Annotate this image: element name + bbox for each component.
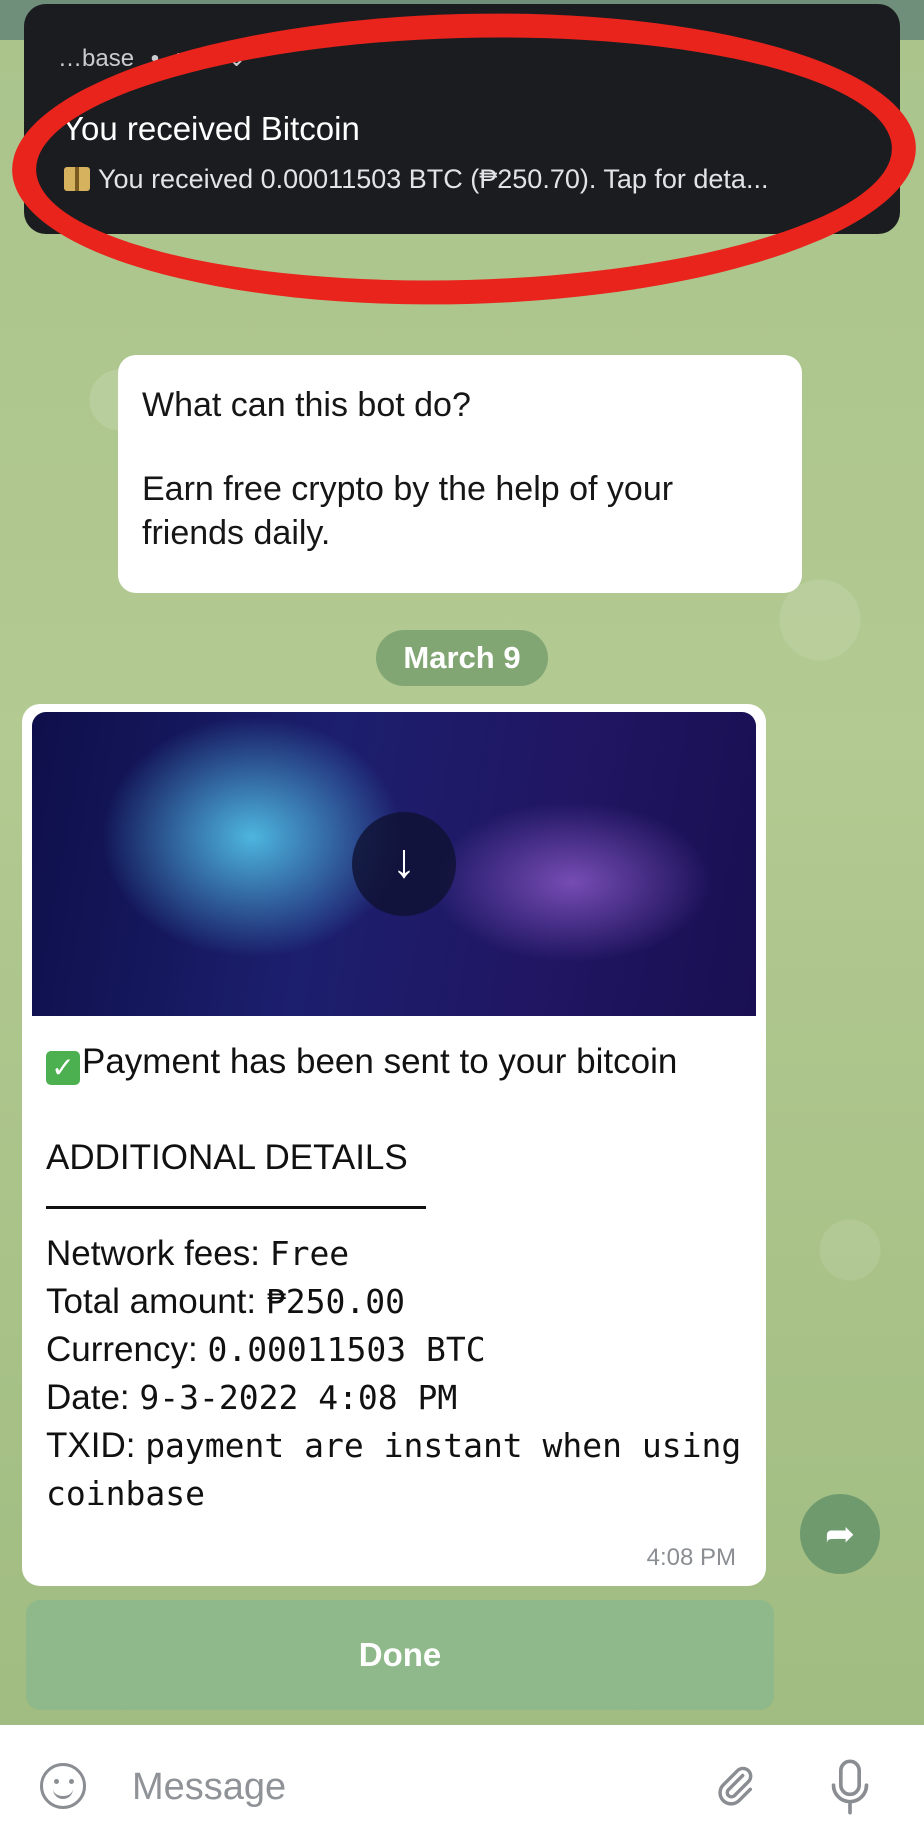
- detail-txid: TXID: payment are instant when using coi…: [46, 1426, 742, 1513]
- detail-network-fees: Network fees: Free: [46, 1234, 350, 1273]
- detail-total-amount: Total amount: ₱250.00: [46, 1282, 405, 1321]
- share-icon[interactable]: ➦: [800, 1494, 880, 1574]
- message-bubble[interactable]: ↓ ✓ Payment has been sent to your bitcoin…: [22, 704, 766, 1586]
- done-button[interactable]: Done: [26, 1600, 774, 1710]
- message-headline: ✓ Payment has been sent to your bitcoin: [46, 1038, 746, 1086]
- bot-info-question: What can this bot do?: [142, 386, 471, 424]
- media-preview[interactable]: ↓: [32, 712, 756, 1016]
- attach-paperclip-icon[interactable]: [712, 1761, 758, 1813]
- details-divider: [46, 1182, 746, 1230]
- message-text: ✓ Payment has been sent to your bitcoin A…: [46, 1038, 746, 1518]
- detail-date: Date: 9-3-2022 4:08 PM: [46, 1378, 458, 1417]
- emoji-icon[interactable]: [40, 1763, 86, 1809]
- bot-info-description: Earn free crypto by the help of your fri…: [142, 470, 674, 552]
- message-input[interactable]: [130, 1761, 634, 1813]
- check-mark-icon: ✓: [46, 1051, 80, 1085]
- microphone-icon[interactable]: [828, 1757, 872, 1817]
- bot-info-bubble: What can this bot do? Earn free crypto b…: [118, 355, 802, 593]
- detail-currency: Currency: 0.00011503 BTC: [46, 1330, 486, 1369]
- download-icon[interactable]: ↓: [352, 812, 456, 916]
- message-headline-text: Payment has been sent to your bitcoin: [82, 1042, 678, 1081]
- notification-app-name: …base: [58, 45, 135, 72]
- message-time: 4:08 PM: [646, 1544, 736, 1571]
- message-input-bar: [0, 1725, 924, 1847]
- date-separator: March 9: [376, 630, 548, 686]
- details-section-title: ADDITIONAL DETAILS: [46, 1138, 408, 1177]
